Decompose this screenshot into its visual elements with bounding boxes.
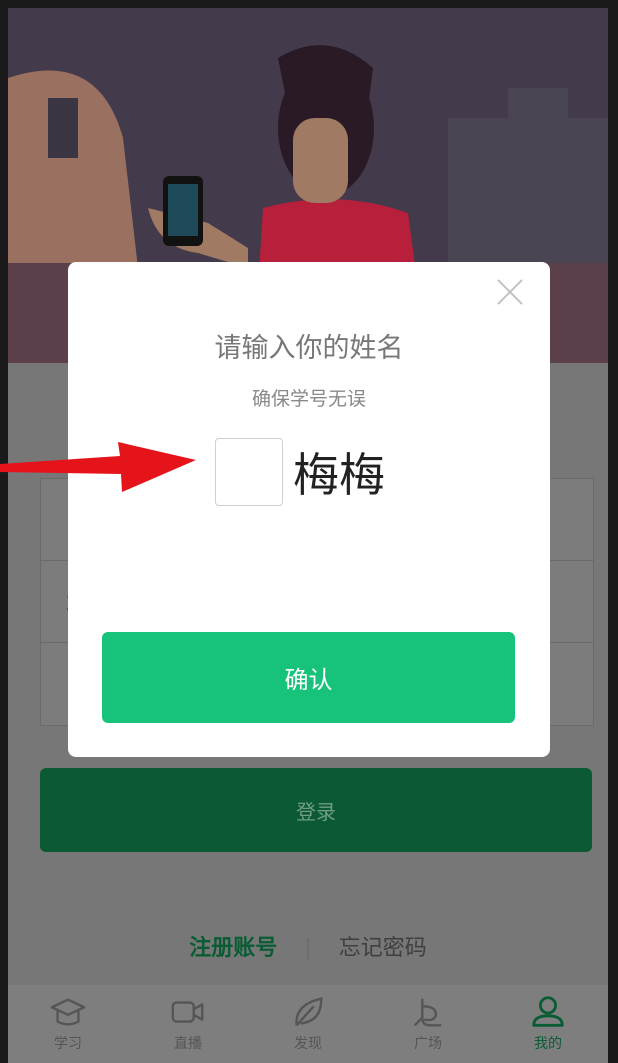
name-suffix-text: 梅梅	[293, 448, 385, 502]
annotation-arrow-icon	[0, 442, 196, 492]
name-entry-row: 梅梅	[215, 437, 385, 507]
dialog-subtitle: 确保学号无误	[251, 388, 366, 410]
name-input-dialog: 请输入你的姓名 确保学号无误 梅梅 确认	[68, 262, 550, 757]
tab-discover-label: 发现	[294, 1036, 322, 1052]
dialog-title: 请输入你的姓名	[214, 333, 404, 364]
account-links: 注册账号 | 忘记密码	[8, 930, 608, 962]
close-icon[interactable]	[494, 276, 526, 308]
register-link[interactable]: 注册账号	[189, 936, 277, 961]
tab-mine[interactable]: 我的	[488, 985, 608, 1063]
tab-discover[interactable]: 发现	[248, 985, 368, 1063]
video-camera-icon	[171, 1001, 204, 1023]
tab-live[interactable]: 直播	[128, 985, 248, 1063]
forgot-password-link[interactable]: 忘记密码	[339, 936, 427, 961]
link-separator: |	[304, 936, 312, 961]
name-first-char-input[interactable]	[215, 438, 283, 506]
plaza-icon	[413, 998, 442, 1027]
bottom-tab-bar: 学习 直播 发现 广场 我的	[8, 985, 608, 1063]
graduation-cap-icon	[50, 998, 86, 1026]
leaf-icon	[295, 997, 323, 1027]
tab-plaza[interactable]: 广场	[368, 985, 488, 1063]
tab-study-label: 学习	[54, 1036, 82, 1052]
login-button[interactable]: 登录	[40, 768, 592, 852]
confirm-button[interactable]: 确认	[102, 632, 515, 723]
tab-live-label: 直播	[174, 1036, 202, 1052]
tab-mine-label: 我的	[534, 1036, 562, 1052]
tab-plaza-label: 广场	[414, 1036, 442, 1052]
tab-study[interactable]: 学习	[8, 985, 128, 1063]
user-icon	[532, 996, 564, 1027]
